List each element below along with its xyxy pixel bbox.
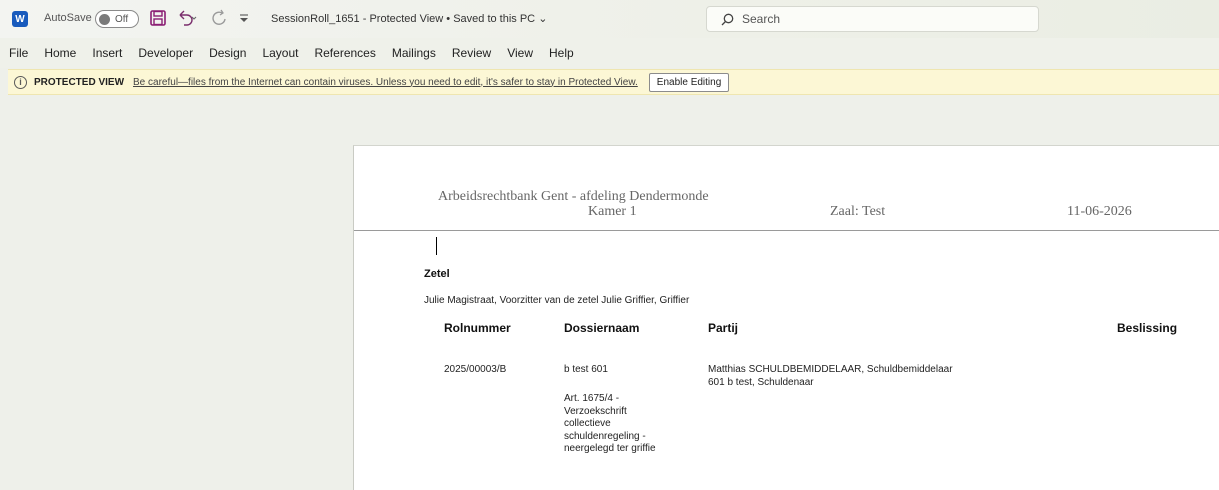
autosave-label: AutoSave bbox=[44, 12, 92, 24]
document-page[interactable]: Arbeidsrechtbank Gent - afdeling Denderm… bbox=[353, 145, 1219, 490]
tab-home[interactable]: Home bbox=[44, 46, 76, 60]
search-icon bbox=[721, 13, 734, 25]
undo-icon[interactable] bbox=[176, 9, 197, 29]
cell-partij: Matthias SCHULDBEMIDDELAAR, Schuldbemidd… bbox=[708, 364, 953, 388]
zetel-heading: Zetel bbox=[424, 268, 450, 280]
column-header-partij: Partij bbox=[708, 321, 739, 335]
protected-view-message-link[interactable]: Be careful—files from the Internet can c… bbox=[133, 77, 638, 88]
tab-mailings[interactable]: Mailings bbox=[392, 46, 436, 60]
enable-editing-button[interactable]: Enable Editing bbox=[648, 72, 730, 92]
tab-help[interactable]: Help bbox=[549, 46, 574, 60]
protected-view-title: PROTECTED VIEW bbox=[34, 76, 125, 88]
autosave-state: Off bbox=[115, 13, 129, 25]
header-date: 11-06-2026 bbox=[1067, 204, 1132, 219]
title-bar: W AutoSave Off SessionRoll_1651 - Protec… bbox=[0, 0, 1219, 38]
tab-layout[interactable]: Layout bbox=[262, 46, 298, 60]
document-title[interactable]: SessionRoll_1651 - Protected View • Save… bbox=[271, 12, 547, 25]
tab-developer[interactable]: Developer bbox=[138, 46, 193, 60]
search-box[interactable]: Search bbox=[706, 6, 1039, 32]
column-header-rolnummer: Rolnummer bbox=[444, 321, 511, 335]
protected-view-bar: i PROTECTED VIEW Be careful—files from t… bbox=[8, 69, 1219, 95]
cell-rolnummer: 2025/00003/B bbox=[444, 364, 507, 375]
autosave-toggle[interactable]: Off bbox=[95, 10, 139, 28]
tab-references[interactable]: References bbox=[314, 46, 375, 60]
cell-dossier-detail: Art. 1675/4 - Verzoekschrift collectieve… bbox=[564, 393, 656, 454]
header-divider bbox=[354, 230, 1219, 231]
customize-quick-access-icon[interactable] bbox=[237, 9, 257, 29]
ribbon-tabs: File Home Insert Developer Design Layout… bbox=[0, 38, 1219, 68]
tab-file[interactable]: File bbox=[9, 46, 28, 60]
chevron-down-icon: ⌄ bbox=[538, 13, 548, 25]
text-cursor bbox=[436, 237, 437, 255]
header-court: Arbeidsrechtbank Gent - afdeling Denderm… bbox=[438, 189, 709, 204]
header-kamer: Kamer 1 bbox=[588, 204, 637, 219]
header-zaal: Zaal: Test bbox=[830, 204, 886, 219]
toggle-knob bbox=[99, 13, 110, 25]
tab-review[interactable]: Review bbox=[452, 46, 491, 60]
search-placeholder: Search bbox=[742, 12, 781, 26]
cell-dossiernaam: b test 601 bbox=[564, 364, 608, 375]
tab-view[interactable]: View bbox=[507, 46, 533, 60]
tab-insert[interactable]: Insert bbox=[92, 46, 122, 60]
save-icon[interactable] bbox=[149, 9, 169, 29]
column-header-dossiernaam: Dossiernaam bbox=[564, 321, 640, 335]
zetel-members: Julie Magistraat, Voorzitter van de zete… bbox=[424, 295, 690, 306]
word-app-icon[interactable]: W bbox=[12, 11, 28, 27]
tab-design[interactable]: Design bbox=[209, 46, 246, 60]
info-icon: i bbox=[14, 75, 27, 89]
column-header-beslissing: Beslissing bbox=[1117, 321, 1178, 335]
redo-icon[interactable] bbox=[210, 9, 230, 29]
